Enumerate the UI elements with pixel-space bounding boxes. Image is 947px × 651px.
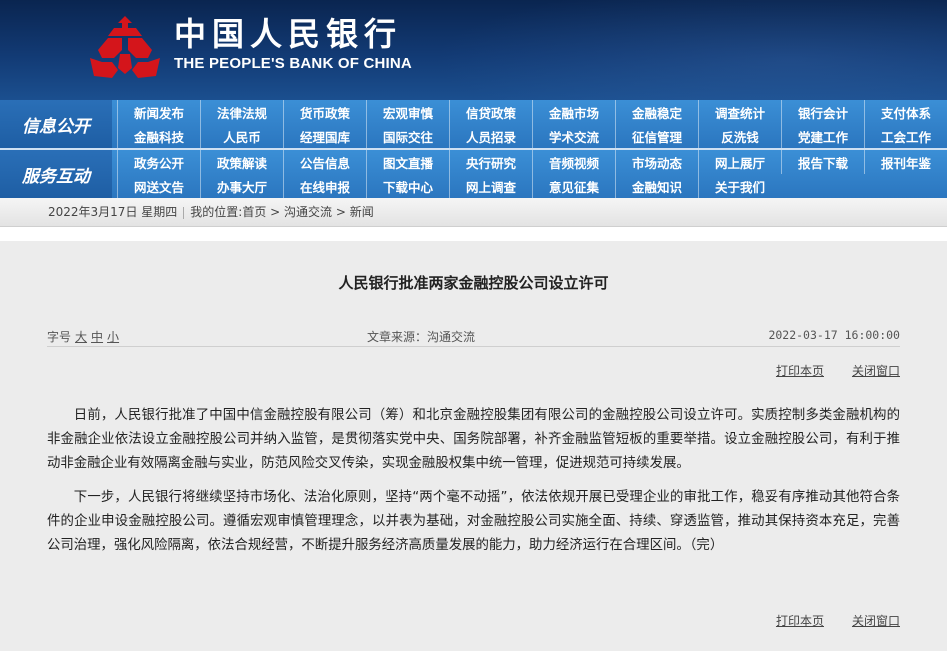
nav-item[interactable]: 关于我们 — [698, 174, 781, 198]
breadcrumb-communication-link[interactable]: 沟通交流 — [284, 205, 332, 219]
article-actions-bottom: 打印本页 关闭窗口 — [748, 612, 900, 629]
breadcrumb-separator: > — [270, 205, 281, 219]
pboc-emblem-icon — [90, 16, 160, 78]
nav-grid-info: 新闻发布 法律法规 货币政策 宏观审慎 信贷政策 金融市场 金融稳定 调查统计 银行会计 支付体系… — [117, 100, 947, 148]
nav-item[interactable]: 政策解读 — [200, 150, 283, 174]
article-datetime: 2022-03-17 16:00:00 — [768, 328, 900, 342]
font-size-small-link[interactable]: 小 — [107, 330, 119, 344]
nav-item[interactable]: 金融市场 — [532, 100, 615, 124]
print-page-link[interactable]: 打印本页 — [776, 364, 824, 378]
nav-item[interactable]: 金融稳定 — [615, 100, 698, 124]
nav-item[interactable]: 学术交流 — [532, 124, 615, 148]
nav-section-info: 信息公开 新闻发布 法律法规 货币政策 宏观审慎 信贷政策 金融市场 金融稳定 调查统计 银行会… — [0, 100, 947, 148]
nav-item[interactable]: 网上调查 — [449, 174, 532, 198]
nav-item[interactable]: 党建工作 — [781, 124, 864, 148]
nav-item[interactable]: 办事大厅 — [200, 174, 283, 198]
nav-item[interactable]: 支付体系 — [864, 100, 947, 124]
article-body: 日前，人民银行批准了中国中信金融控股有限公司（筹）和北京金融控股集团有限公司的金… — [47, 404, 900, 568]
article-paragraph: 日前，人民银行批准了中国中信金融控股有限公司（筹）和北京金融控股集团有限公司的金… — [47, 408, 900, 471]
nav-grid-service: 政务公开 政策解读 公告信息 图文直播 央行研究 音频视频 市场动态 网上展厅 报告下载 报刊年鉴… — [117, 150, 947, 198]
nav-item[interactable]: 新闻发布 — [117, 100, 200, 124]
main-navigation: 信息公开 新闻发布 法律法规 货币政策 宏观审慎 信贷政策 金融市场 金融稳定 调查统计 银行会… — [0, 100, 947, 198]
nav-item[interactable]: 金融科技 — [117, 124, 200, 148]
nav-item[interactable]: 工会工作 — [864, 124, 947, 148]
nav-item[interactable]: 国际交往 — [366, 124, 449, 148]
nav-item[interactable]: 信贷政策 — [449, 100, 532, 124]
bank-name-english: THE PEOPLE'S BANK OF CHINA — [174, 55, 412, 72]
nav-item[interactable]: 调查统计 — [698, 100, 781, 124]
location-prefix: 我的位置: — [190, 205, 243, 219]
breadcrumb-news-link[interactable]: 新闻 — [350, 205, 374, 219]
nav-item[interactable]: 人员招录 — [449, 124, 532, 148]
nav-section-service: 服务互动 政务公开 政策解读 公告信息 图文直播 央行研究 音频视频 市场动态 网上展厅 报告下… — [0, 150, 947, 198]
nav-item[interactable]: 图文直播 — [366, 150, 449, 174]
print-page-link[interactable]: 打印本页 — [776, 614, 824, 628]
font-size-switcher: 字号大中小 — [47, 328, 119, 345]
breadcrumb-home-link[interactable]: 首页 — [242, 205, 266, 219]
breadcrumb: 2022年3月17日 星期四 我的位置:首页 > 沟通交流 > 新闻 — [48, 198, 374, 226]
current-date: 2022年3月17日 星期四 — [48, 205, 178, 219]
font-size-label: 字号 — [47, 330, 72, 344]
article-title: 人民银行批准两家金融控股公司设立许可 — [338, 274, 609, 292]
nav-section-title-service: 服务互动 — [0, 150, 112, 198]
article-source: 文章来源：沟通交流 — [367, 330, 476, 344]
nav-item[interactable]: 反洗钱 — [698, 124, 781, 148]
breadcrumb-separator: > — [335, 205, 346, 219]
bank-name-chinese: 中国人民银行 — [174, 15, 403, 53]
font-size-large-link[interactable]: 大 — [75, 330, 87, 344]
nav-item[interactable]: 公告信息 — [283, 150, 366, 174]
content-top-strip — [0, 227, 947, 241]
nav-item[interactable]: 下载中心 — [366, 174, 449, 198]
nav-item[interactable]: 报刊年鉴 — [864, 150, 947, 174]
breadcrumb-divider — [183, 206, 185, 219]
nav-item[interactable]: 央行研究 — [449, 150, 532, 174]
nav-item[interactable]: 银行会计 — [781, 100, 864, 124]
nav-item[interactable]: 报告下载 — [781, 150, 864, 174]
nav-item[interactable]: 网上展厅 — [698, 150, 781, 174]
header-banner: 中国人民银行 THE PEOPLE'S BANK OF CHINA — [0, 0, 947, 100]
nav-item[interactable]: 宏观审慎 — [366, 100, 449, 124]
article-actions-top: 打印本页 关闭窗口 — [748, 362, 900, 379]
font-size-medium-link[interactable]: 中 — [91, 330, 103, 344]
nav-item[interactable]: 金融知识 — [615, 174, 698, 198]
nav-item[interactable]: 市场动态 — [615, 150, 698, 174]
nav-item[interactable]: 征信管理 — [615, 124, 698, 148]
nav-item[interactable]: 人民币 — [200, 124, 283, 148]
close-window-link[interactable]: 关闭窗口 — [852, 614, 900, 628]
nav-item[interactable]: 在线申报 — [283, 174, 366, 198]
nav-item[interactable]: 音频视频 — [532, 150, 615, 174]
nav-item[interactable]: 经理国库 — [283, 124, 366, 148]
nav-section-title-info: 信息公开 — [0, 100, 112, 148]
article-paragraph: 下一步，人民银行将继续坚持市场化、法治化原则，坚持“两个毫不动摇”，依法依规开展… — [47, 490, 900, 553]
nav-item[interactable]: 政务公开 — [117, 150, 200, 174]
nav-item[interactable]: 法律法规 — [200, 100, 283, 124]
breadcrumb-bar: 2022年3月17日 星期四 我的位置:首页 > 沟通交流 > 新闻 — [0, 198, 947, 227]
article-meta: 字号大中小 文章来源：沟通交流 2022-03-17 16:00:00 — [47, 326, 900, 347]
close-window-link[interactable]: 关闭窗口 — [852, 364, 900, 378]
nav-item[interactable]: 意见征集 — [532, 174, 615, 198]
nav-item[interactable]: 货币政策 — [283, 100, 366, 124]
nav-item[interactable]: 网送文告 — [117, 174, 200, 198]
